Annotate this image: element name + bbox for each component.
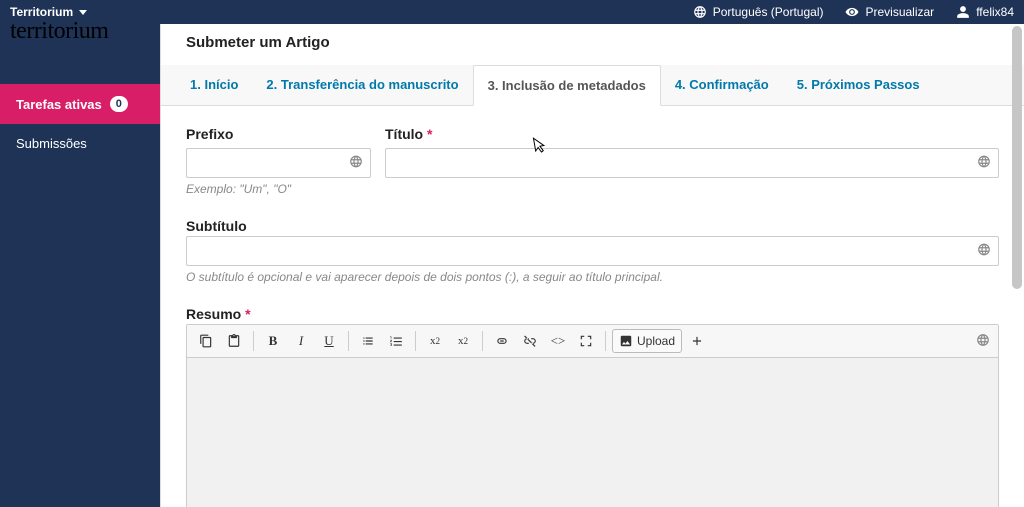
- eye-icon: [845, 5, 859, 19]
- sidebar-item-tasks[interactable]: Tarefas ativas 0: [0, 84, 160, 124]
- scrollbar-thumb[interactable]: [1012, 26, 1022, 289]
- sidebar-item-label: Submissões: [16, 136, 87, 151]
- subtitle-label: Subtítulo: [186, 218, 247, 234]
- language-label: Português (Portugal): [713, 5, 824, 19]
- topbar: Territorium Português (Portugal) Previsu…: [0, 0, 1024, 24]
- globe-icon: [976, 333, 990, 350]
- prefix-input[interactable]: [186, 148, 371, 178]
- subscript-button[interactable]: x2: [450, 329, 476, 353]
- user-menu[interactable]: ffelix84: [956, 5, 1014, 19]
- page-title: Submeter um Artigo: [186, 34, 999, 51]
- link-button[interactable]: [489, 329, 515, 353]
- numbered-list-button[interactable]: [383, 329, 409, 353]
- tab-next-steps[interactable]: 5. Próximos Passos: [783, 65, 934, 105]
- globe-icon: [693, 5, 707, 19]
- toolbar-separator: [605, 331, 606, 351]
- image-upload-button[interactable]: Upload: [612, 329, 682, 353]
- journal-context-selector[interactable]: Territorium: [10, 5, 87, 19]
- toolbar-separator: [482, 331, 483, 351]
- tab-metadata[interactable]: 3. Inclusão de metadados: [473, 65, 661, 106]
- abstract-textarea[interactable]: [187, 358, 998, 507]
- wizard-tabs: 1. Início 2. Transferência do manuscrito…: [161, 65, 1024, 106]
- preview-site-link[interactable]: Previsualizar: [845, 5, 934, 19]
- tab-upload[interactable]: 2. Transferência do manuscrito: [252, 65, 472, 105]
- prefix-label: Prefixo: [186, 126, 371, 142]
- toolbar-separator: [415, 331, 416, 351]
- scrollbar[interactable]: [1012, 26, 1022, 505]
- bold-button[interactable]: B: [260, 329, 286, 353]
- abstract-editor: B I U x2 x2: [186, 324, 999, 507]
- superscript-button[interactable]: x2: [422, 329, 448, 353]
- tasks-count-badge: 0: [110, 96, 128, 112]
- unlink-button[interactable]: [517, 329, 543, 353]
- fullscreen-button[interactable]: [573, 329, 599, 353]
- username-label: ffelix84: [976, 5, 1014, 19]
- subtitle-hint: O subtítulo é opcional e vai aparecer de…: [186, 270, 999, 284]
- editor-toolbar: B I U x2 x2: [187, 325, 998, 358]
- journal-context-label: Territorium: [10, 5, 73, 19]
- tab-confirmation[interactable]: 4. Confirmação: [661, 65, 783, 105]
- paste-button[interactable]: [221, 329, 247, 353]
- language-selector[interactable]: Português (Portugal): [693, 5, 824, 19]
- toolbar-separator: [348, 331, 349, 351]
- sidebar: territorium Tarefas ativas 0 Submissões: [0, 24, 160, 507]
- code-button[interactable]: <>: [545, 329, 571, 353]
- main-content: Submeter um Artigo 1. Início 2. Transfer…: [160, 24, 1024, 507]
- italic-button[interactable]: I: [288, 329, 314, 353]
- tab-start[interactable]: 1. Início: [176, 65, 252, 105]
- copy-button[interactable]: [193, 329, 219, 353]
- image-icon: [619, 334, 633, 348]
- user-icon: [956, 5, 970, 19]
- abstract-label: Resumo *: [186, 306, 251, 322]
- sidebar-item-label: Tarefas ativas: [16, 97, 102, 112]
- upload-label: Upload: [637, 334, 675, 348]
- underline-button[interactable]: U: [316, 329, 342, 353]
- prefix-hint: Exemplo: "Um", "O": [186, 182, 371, 196]
- insert-button[interactable]: [684, 329, 710, 353]
- chevron-down-icon: [79, 10, 87, 15]
- title-label: Título *: [385, 126, 999, 142]
- toolbar-separator: [253, 331, 254, 351]
- sidebar-item-submissions[interactable]: Submissões: [0, 124, 160, 163]
- preview-label: Previsualizar: [865, 5, 934, 19]
- title-input[interactable]: [385, 148, 999, 178]
- subtitle-input[interactable]: [186, 236, 999, 266]
- bullet-list-button[interactable]: [355, 329, 381, 353]
